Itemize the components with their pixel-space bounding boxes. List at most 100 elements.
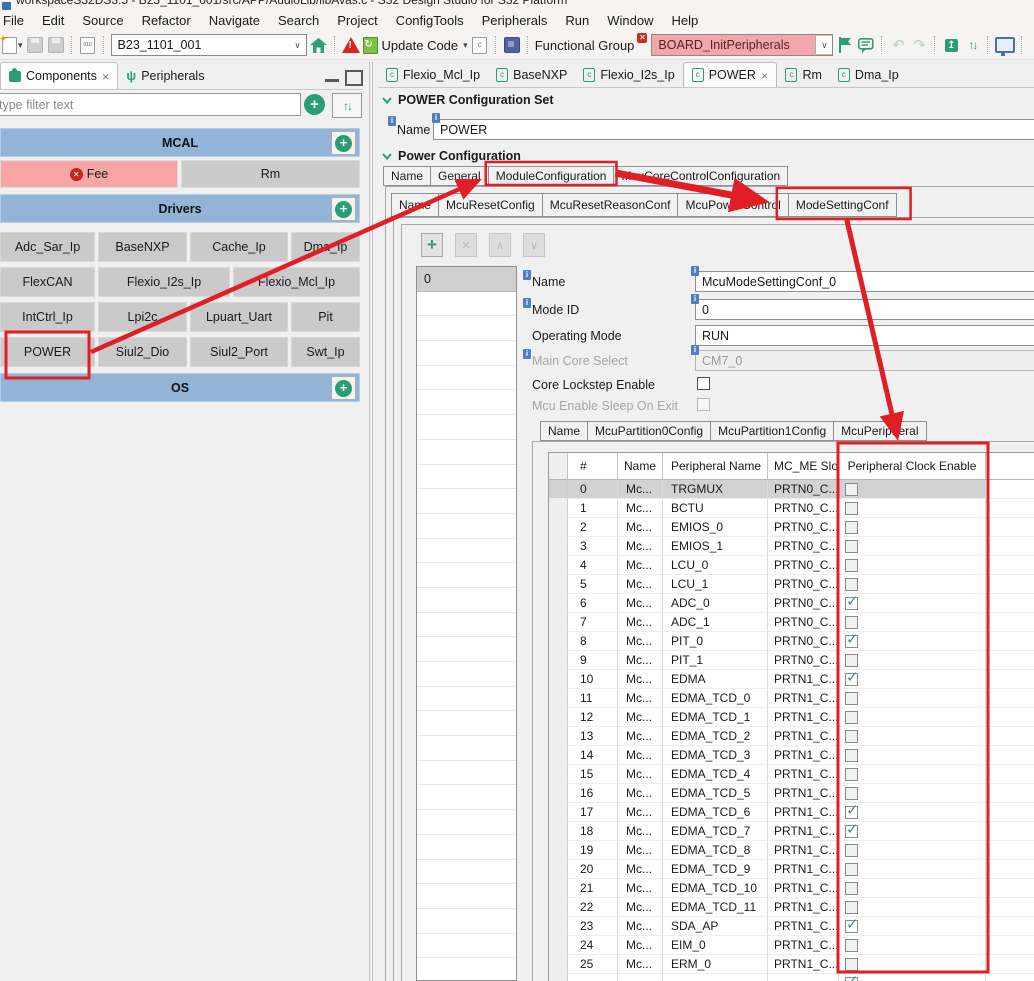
- driver-flexio-i2s-ip[interactable]: Flexio_I2s_Ip: [98, 267, 230, 297]
- peripheral-clock-checkbox[interactable]: [845, 594, 859, 610]
- row-selector[interactable]: [549, 746, 568, 765]
- row-selector[interactable]: [549, 936, 568, 955]
- move-up-button[interactable]: [489, 233, 511, 257]
- tab-mcuperipheral[interactable]: McuPeripheral: [833, 421, 927, 441]
- row-selector[interactable]: [549, 974, 568, 981]
- table-row[interactable]: 9 Mc... PIT_1 PRTN0_C...: [549, 651, 1034, 670]
- table-row[interactable]: 14 Mc... EDMA_TCD_3 PRTN1_C...: [549, 746, 1034, 765]
- table-row[interactable]: 4 Mc... LCU_0 PRTN0_C...: [549, 556, 1034, 575]
- table-row[interactable]: 7 Mc... ADC_1 PRTN0_C...: [549, 613, 1034, 632]
- row-selector[interactable]: [549, 613, 568, 632]
- peripheral-clock-checkbox[interactable]: [845, 749, 858, 762]
- row-selector[interactable]: [549, 518, 568, 537]
- driver-flexcan[interactable]: FlexCAN: [0, 267, 95, 297]
- row-selector[interactable]: [549, 594, 568, 613]
- peripheral-clock-checkbox[interactable]: [845, 844, 858, 857]
- editor-tab-basenxp[interactable]: BaseNXP: [488, 62, 575, 87]
- driver-intctrl-ip[interactable]: IntCtrl_Ip: [0, 302, 95, 332]
- remove-mode-button[interactable]: [455, 233, 477, 257]
- driver-lpuart-uart[interactable]: Lpuart_Uart: [190, 302, 288, 332]
- driver-power[interactable]: POWER: [0, 337, 95, 367]
- row-selector[interactable]: [549, 727, 568, 746]
- peripheral-clock-checkbox[interactable]: [845, 803, 859, 819]
- peripheral-clock-checkbox[interactable]: [845, 692, 858, 705]
- peripheral-clock-checkbox[interactable]: [845, 974, 859, 981]
- table-row[interactable]: 24 Mc... EIM_0 PRTN1_C...: [549, 936, 1034, 955]
- peripheral-clock-checkbox[interactable]: [845, 711, 858, 724]
- config-set-header[interactable]: POWER Configuration Set: [382, 93, 554, 107]
- mode-id-field[interactable]: 0: [695, 299, 1034, 320]
- power-config-header[interactable]: Power Configuration: [382, 149, 521, 163]
- editor-tab-dma-ip[interactable]: Dma_Ip: [830, 62, 907, 87]
- peripheral-clock-checkbox[interactable]: [845, 787, 858, 800]
- add-os-component-button[interactable]: +: [331, 376, 356, 400]
- editor-tab-power[interactable]: POWER: [682, 62, 778, 87]
- row-selector[interactable]: [549, 537, 568, 556]
- table-row[interactable]: 15 Mc... EDMA_TCD_4 PRTN1_C...: [549, 765, 1034, 784]
- table-row[interactable]: 19 Mc... EDMA_TCD_8 PRTN1_C...: [549, 841, 1034, 860]
- row-selector[interactable]: [549, 499, 568, 518]
- peripheral-clock-checkbox[interactable]: [845, 901, 858, 914]
- tab-moduleconfiguration[interactable]: ModuleConfiguration: [487, 166, 615, 186]
- driver-adc-sar-ip[interactable]: Adc_Sar_Ip: [0, 232, 95, 262]
- editor-tab-flexio-mcl-ip[interactable]: Flexio_Mcl_Ip: [378, 62, 488, 87]
- row-selector[interactable]: [549, 575, 568, 594]
- table-row[interactable]: 16 Mc... EDMA_TCD_5 PRTN1_C...: [549, 784, 1034, 803]
- peripheral-clock-checkbox[interactable]: [845, 917, 859, 933]
- table-row[interactable]: 12 Mc... EDMA_TCD_1 PRTN1_C...: [549, 708, 1034, 727]
- driver-lpi2c[interactable]: Lpi2c: [98, 302, 187, 332]
- table-row[interactable]: 25 Mc... ERM_0 PRTN1_C...: [549, 955, 1034, 974]
- table-row[interactable]: 11 Mc... EDMA_TCD_0 PRTN1_C...: [549, 689, 1034, 708]
- tab-general[interactable]: General: [430, 166, 489, 186]
- table-row[interactable]: 2 Mc... EMIOS_0 PRTN0_C...: [549, 518, 1034, 537]
- add-mode-button[interactable]: [421, 233, 443, 257]
- row-selector[interactable]: [549, 765, 568, 784]
- tab-modesettingconf[interactable]: ModeSettingConf: [787, 193, 897, 217]
- peripheral-clock-checkbox[interactable]: [845, 483, 858, 496]
- driver-swt-ip[interactable]: Swt_Ip: [291, 337, 360, 367]
- editor-tab-rm[interactable]: Rm: [777, 62, 829, 87]
- row-selector[interactable]: [549, 898, 568, 917]
- table-row[interactable]: 0 Mc... TRGMUX PRTN0_C...: [549, 480, 1034, 499]
- row-selector[interactable]: [549, 556, 568, 575]
- tab-mcupartition0config[interactable]: McuPartition0Config: [587, 421, 712, 441]
- peripheral-clock-checkbox[interactable]: [845, 882, 858, 895]
- peripheral-clock-checkbox[interactable]: [845, 654, 858, 667]
- table-row[interactable]: 6 Mc... ADC_0 PRTN0_C...: [549, 594, 1034, 613]
- driver-siul2-port[interactable]: Siul2_Port: [190, 337, 288, 367]
- table-row[interactable]: 3 Mc... EMIOS_1 PRTN0_C...: [549, 537, 1034, 556]
- row-selector[interactable]: [549, 689, 568, 708]
- row-selector[interactable]: [549, 784, 568, 803]
- close-icon[interactable]: [761, 68, 769, 82]
- table-row[interactable]: [549, 974, 1034, 981]
- tab-mcupartition1config[interactable]: McuPartition1Config: [710, 421, 835, 441]
- core-lockstep-checkbox[interactable]: [697, 377, 710, 390]
- row-selector[interactable]: [549, 841, 568, 860]
- driver-basenxp[interactable]: BaseNXP: [98, 232, 187, 262]
- table-row[interactable]: 18 Mc... EDMA_TCD_7 PRTN1_C...: [549, 822, 1034, 841]
- tab-mcucorecontrolconfiguration[interactable]: McuCoreControlConfiguration: [613, 166, 789, 186]
- row-selector[interactable]: [549, 670, 568, 689]
- peripheral-clock-checkbox[interactable]: [845, 502, 858, 515]
- peripheral-clock-checkbox[interactable]: [845, 521, 858, 534]
- row-selector[interactable]: [549, 917, 568, 936]
- tab-mcuresetconfig[interactable]: McuResetConfig: [438, 193, 543, 217]
- mode-name-field[interactable]: McuModeSettingConf_0: [695, 271, 1034, 292]
- config-name-field[interactable]: POWER: [433, 119, 1034, 140]
- peripheral-clock-checkbox[interactable]: [845, 768, 858, 781]
- peripheral-clock-checkbox[interactable]: [845, 958, 858, 971]
- move-down-button[interactable]: [523, 233, 545, 257]
- tab-name[interactable]: Name: [391, 193, 440, 217]
- table-row[interactable]: 13 Mc... EDMA_TCD_2 PRTN1_C...: [549, 727, 1034, 746]
- tab-name[interactable]: Name: [540, 421, 589, 441]
- driver-pit[interactable]: Pit: [291, 302, 360, 332]
- peripheral-clock-checkbox[interactable]: [845, 632, 859, 648]
- peripheral-clock-checkbox[interactable]: [845, 863, 858, 876]
- driver-dma-ip[interactable]: Dma_Ip: [291, 232, 360, 262]
- peripheral-clock-checkbox[interactable]: [845, 616, 858, 629]
- row-selector[interactable]: [549, 803, 568, 822]
- driver-cache-ip[interactable]: Cache_Ip: [190, 232, 288, 262]
- table-row[interactable]: 5 Mc... LCU_1 PRTN0_C...: [549, 575, 1034, 594]
- row-selector[interactable]: [549, 955, 568, 974]
- tab-name[interactable]: Name: [383, 166, 432, 186]
